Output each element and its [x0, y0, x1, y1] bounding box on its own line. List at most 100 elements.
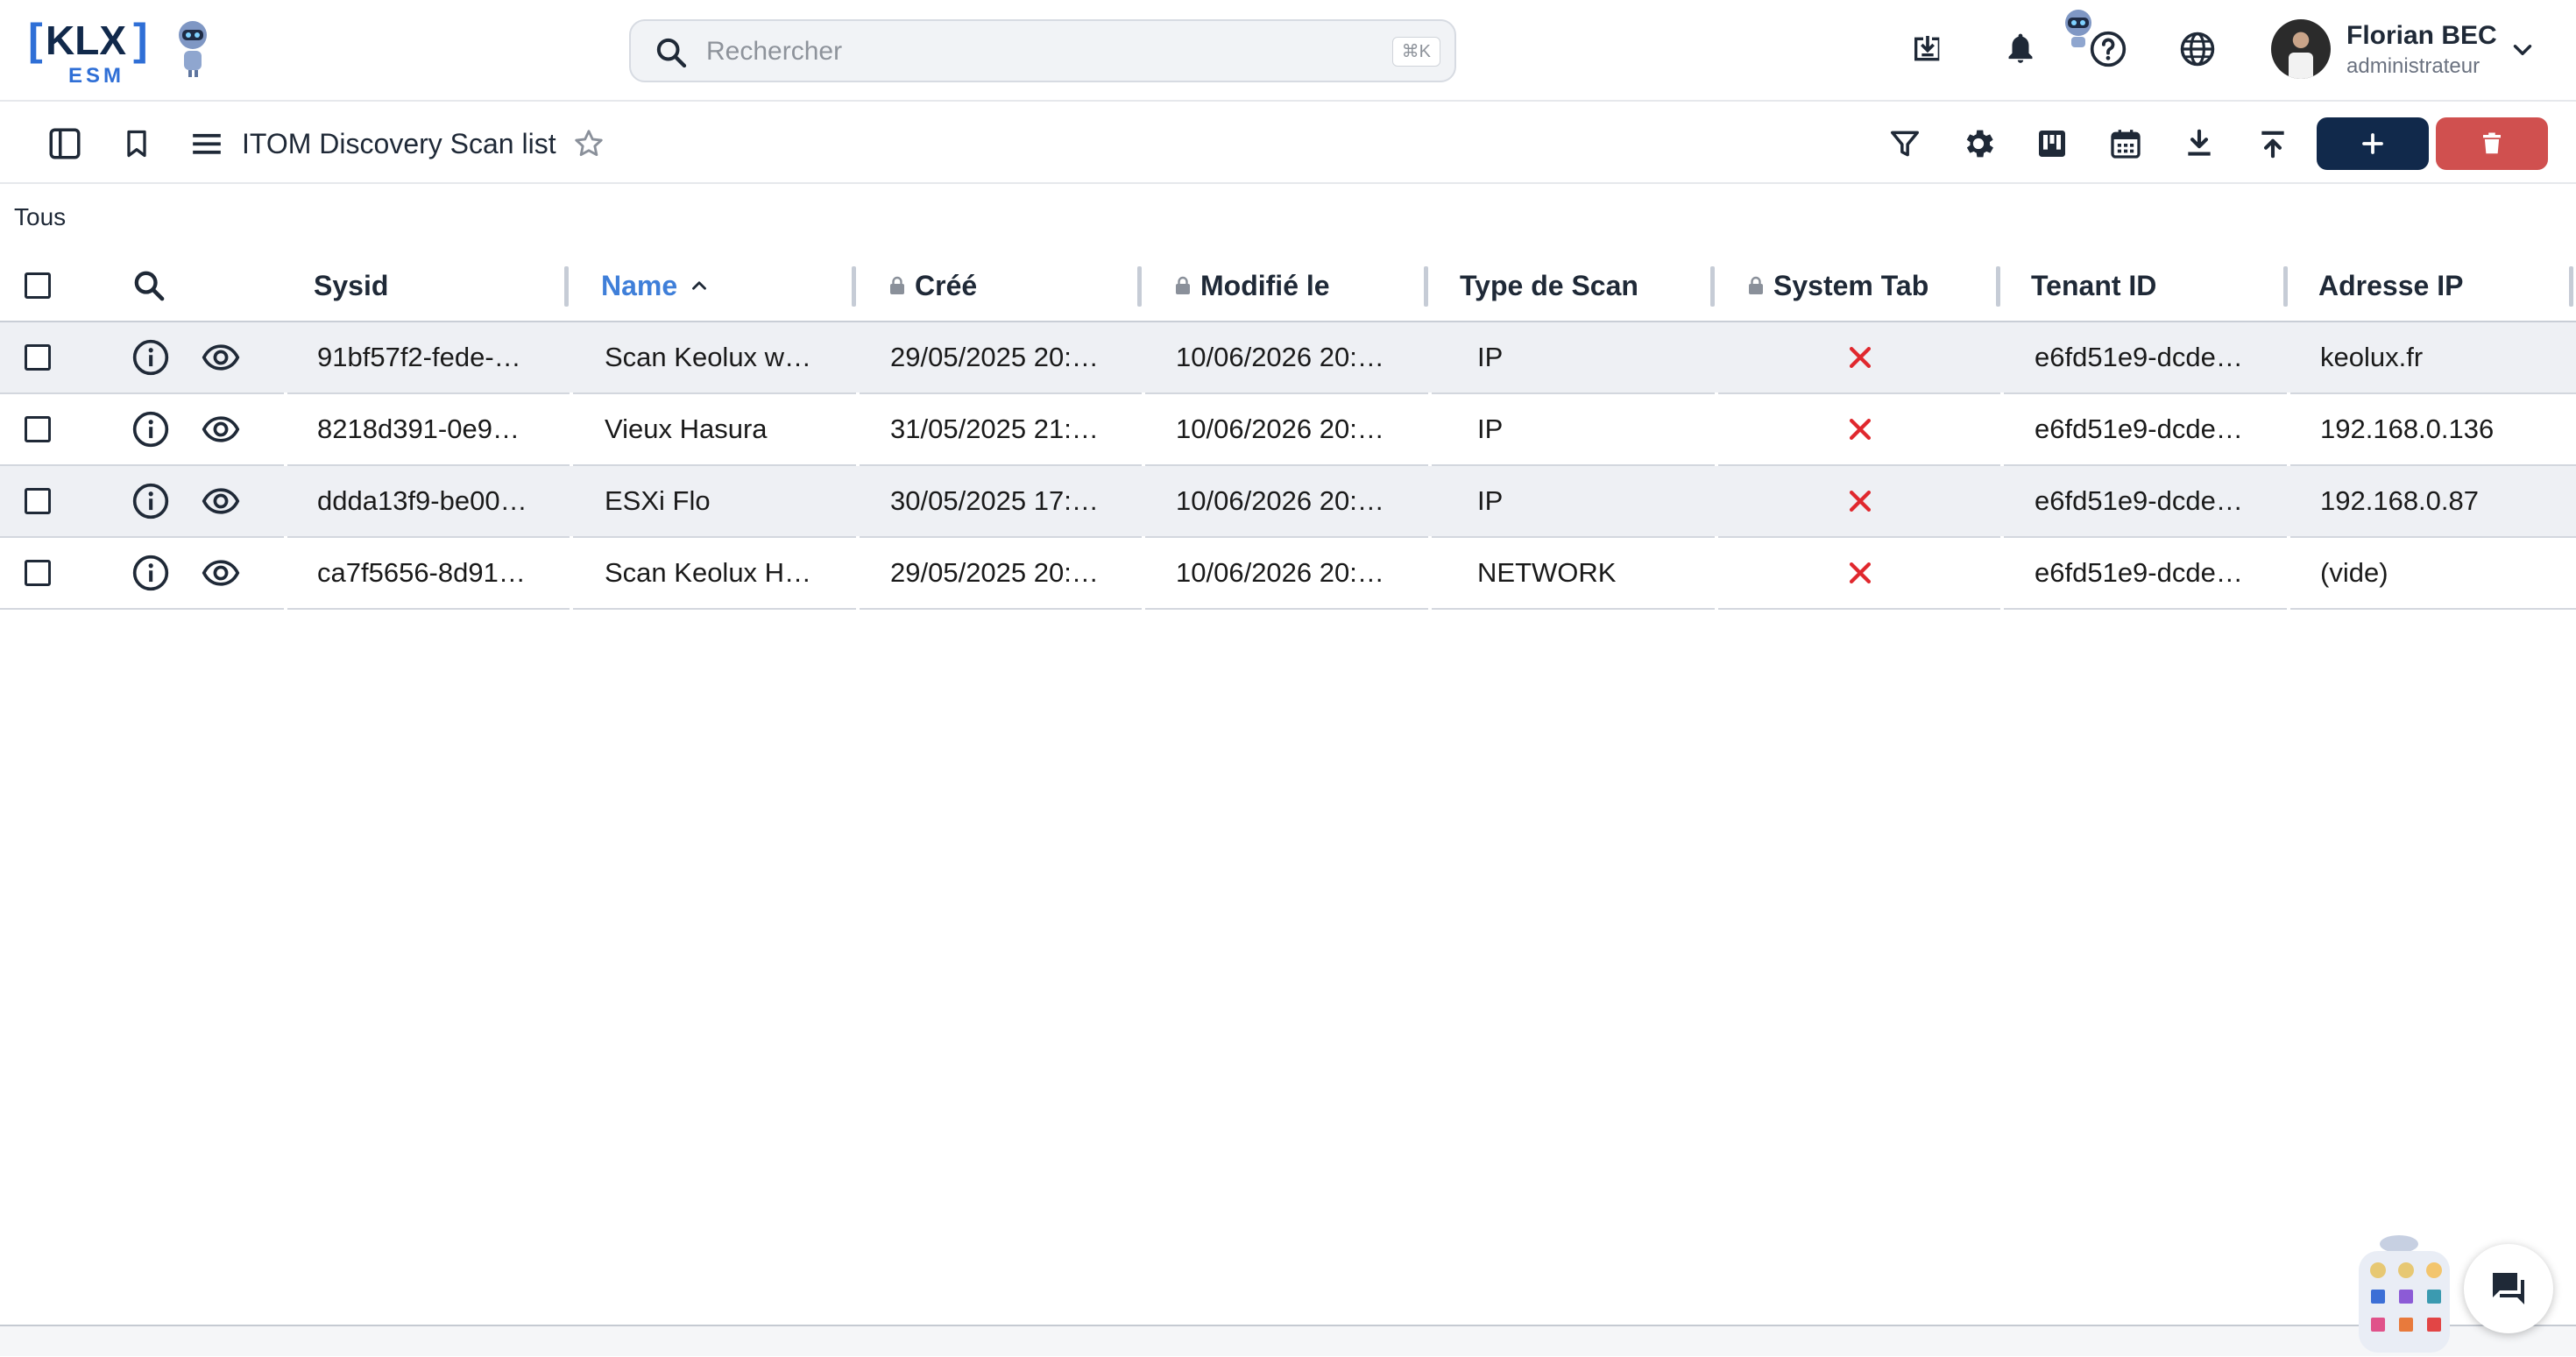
cell-created[interactable]: 30/05/2025 17:…: [890, 466, 1136, 536]
cell-tenant-id[interactable]: e6fd51e9-dcde…: [2035, 538, 2280, 608]
cell-created[interactable]: 31/05/2025 21:…: [890, 394, 1136, 464]
row-checkbox[interactable]: [25, 416, 51, 442]
star-icon[interactable]: [566, 121, 612, 166]
cell-tenant-id[interactable]: e6fd51e9-dcde…: [2035, 466, 2280, 536]
info-icon[interactable]: [131, 482, 170, 520]
cell-modified[interactable]: 10/06/2026 20:…: [1176, 466, 1421, 536]
column-header-system-tab[interactable]: System Tab: [1747, 251, 1992, 321]
cell-scan-type[interactable]: IP: [1477, 322, 1705, 392]
app-launcher-widget[interactable]: [2359, 1233, 2457, 1353]
cell-created[interactable]: 29/05/2025 20:…: [890, 538, 1136, 608]
cell-name[interactable]: ESXi Flo: [605, 466, 850, 536]
cell-scan-type[interactable]: IP: [1477, 466, 1705, 536]
cell-sysid[interactable]: ddda13f9-be00…: [317, 466, 563, 536]
column-resizer[interactable]: [852, 266, 856, 307]
column-header-scan-type[interactable]: Type de Scan: [1460, 251, 1705, 321]
cell-sysid[interactable]: ca7f5656-8d91…: [317, 538, 563, 608]
eye-icon[interactable]: [200, 410, 242, 449]
kanban-icon[interactable]: [2029, 121, 2075, 166]
cell-system-tab[interactable]: [1845, 322, 1898, 392]
table-row[interactable]: ddda13f9-be00… ESXi Flo 30/05/2025 17:… …: [0, 466, 2576, 538]
column-header-tenant-id[interactable]: Tenant ID: [2031, 251, 2276, 321]
cell-ip-address[interactable]: 192.168.0.136: [2320, 394, 2565, 464]
svg-text:[: [: [28, 15, 43, 64]
cell-name[interactable]: Vieux Hasura: [605, 394, 850, 464]
cell-scan-type[interactable]: NETWORK: [1477, 538, 1705, 608]
download-box-icon[interactable]: [1905, 26, 1950, 72]
cell-name[interactable]: Scan Keolux w…: [605, 322, 850, 392]
search-icon[interactable]: [131, 268, 166, 303]
row-checkbox[interactable]: [25, 344, 51, 371]
menu-icon[interactable]: [184, 121, 230, 166]
table-row[interactable]: ca7f5656-8d91… Scan Keolux H… 29/05/2025…: [0, 538, 2576, 610]
cell-sysid[interactable]: 91bf57f2-fede-…: [317, 322, 563, 392]
column-header-ip-address[interactable]: Adresse IP: [2318, 251, 2564, 321]
cell-modified[interactable]: 10/06/2026 20:…: [1176, 322, 1421, 392]
row-info-cell: [131, 538, 170, 608]
global-search[interactable]: ⌘K: [629, 19, 1456, 82]
cell-ip-address[interactable]: (vide): [2320, 538, 2565, 608]
cell-tenant-id[interactable]: e6fd51e9-dcde…: [2035, 394, 2280, 464]
cell-system-tab[interactable]: [1845, 538, 1898, 608]
add-record-button[interactable]: [2317, 117, 2429, 170]
data-table: Sysid Name Créé Modifié le Type de Scan …: [0, 251, 2576, 610]
help-icon[interactable]: [2085, 26, 2131, 72]
sidebar-toggle-icon[interactable]: [42, 121, 88, 166]
bell-icon[interactable]: [1998, 26, 2043, 72]
select-all-cell: [25, 251, 60, 321]
filter-label[interactable]: Tous: [14, 203, 66, 231]
delete-record-button[interactable]: [2436, 117, 2548, 170]
select-all-checkbox[interactable]: [25, 272, 51, 299]
svg-text:]: ]: [133, 15, 148, 64]
column-header-sysid[interactable]: Sysid: [314, 251, 550, 321]
cell-tenant-id[interactable]: e6fd51e9-dcde…: [2035, 322, 2280, 392]
user-name[interactable]: Florian BEC: [2346, 21, 2497, 51]
cell-system-tab[interactable]: [1845, 394, 1898, 464]
column-resizer[interactable]: [2283, 266, 2288, 307]
chat-button[interactable]: [2464, 1244, 2553, 1333]
row-checkbox[interactable]: [25, 488, 51, 514]
sort-ascending-icon: [692, 281, 707, 290]
globe-icon[interactable]: [2175, 26, 2220, 72]
cell-ip-address[interactable]: keolux.fr: [2320, 322, 2565, 392]
download-icon[interactable]: [2176, 121, 2222, 166]
calendar-icon[interactable]: [2103, 121, 2148, 166]
filter-icon[interactable]: [1882, 121, 1928, 166]
eye-icon[interactable]: [200, 338, 242, 377]
column-resizer[interactable]: [2569, 266, 2573, 307]
upload-icon[interactable]: [2250, 121, 2296, 166]
chevron-down-icon[interactable]: [2508, 35, 2537, 65]
column-resizer[interactable]: [1996, 266, 2000, 307]
column-resizer[interactable]: [564, 266, 569, 307]
bookmark-icon[interactable]: [114, 121, 159, 166]
column-resizer[interactable]: [1710, 266, 1715, 307]
column-resizer[interactable]: [1424, 266, 1428, 307]
app-logo[interactable]: [ KLX ] ESM: [28, 14, 221, 88]
eye-icon[interactable]: [200, 482, 242, 520]
row-view-cell: [200, 394, 245, 464]
search-input[interactable]: [706, 32, 1320, 72]
column-resizer[interactable]: [1137, 266, 1142, 307]
cell-modified[interactable]: 10/06/2026 20:…: [1176, 538, 1421, 608]
row-checkbox[interactable]: [25, 560, 51, 586]
column-header-name[interactable]: Name: [601, 251, 846, 321]
cell-sysid[interactable]: 8218d391-0e9…: [317, 394, 563, 464]
cell-scan-type[interactable]: IP: [1477, 394, 1705, 464]
eye-icon[interactable]: [200, 554, 242, 592]
column-header-modified[interactable]: Modifié le: [1174, 251, 1419, 321]
column-header-label: Créé: [915, 269, 978, 301]
avatar[interactable]: [2271, 19, 2331, 79]
gear-icon[interactable]: [1956, 121, 2001, 166]
info-icon[interactable]: [131, 554, 170, 592]
table-row[interactable]: 91bf57f2-fede-… Scan Keolux w… 29/05/202…: [0, 322, 2576, 394]
cell-name[interactable]: Scan Keolux H…: [605, 538, 850, 608]
info-icon[interactable]: [131, 338, 170, 377]
cell-modified[interactable]: 10/06/2026 20:…: [1176, 394, 1421, 464]
info-icon[interactable]: [131, 410, 170, 449]
cell-created[interactable]: 29/05/2025 20:…: [890, 322, 1136, 392]
cell-system-tab[interactable]: [1845, 466, 1898, 536]
column-search-cell: [131, 251, 170, 321]
cell-ip-address[interactable]: 192.168.0.87: [2320, 466, 2565, 536]
table-row[interactable]: 8218d391-0e9… Vieux Hasura 31/05/2025 21…: [0, 394, 2576, 466]
column-header-created[interactable]: Créé: [888, 251, 1134, 321]
